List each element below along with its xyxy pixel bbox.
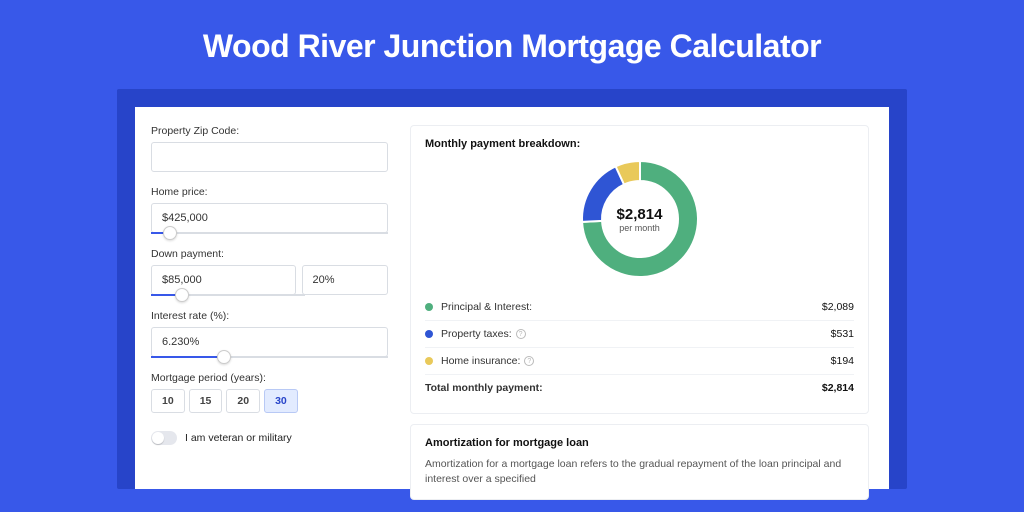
zip-label: Property Zip Code: [151,125,388,137]
legend-dot [425,357,433,365]
breakdown-total-label: Total monthly payment: [425,382,822,394]
breakdown-item-label: Property taxes: ? [441,328,831,340]
donut-per-month: per month [619,223,660,233]
breakdown-total-row: Total monthly payment: $2,814 [425,374,854,401]
breakdown-item-value: $2,089 [822,301,854,313]
breakdown-row: Property taxes: ?$531 [425,320,854,347]
page-title: Wood River Junction Mortgage Calculator [0,28,1024,65]
amortization-panel: Amortization for mortgage loan Amortizat… [410,424,869,500]
down-payment-input[interactable] [151,265,296,295]
home-price-input[interactable] [151,203,388,233]
down-payment-slider[interactable] [151,294,305,296]
breakdown-item-label: Principal & Interest: [441,301,822,313]
period-field: Mortgage period (years): 10152030 [151,372,388,413]
home-price-slider[interactable] [151,232,388,234]
period-label: Mortgage period (years): [151,372,388,384]
amortization-body: Amortization for a mortgage loan refers … [425,457,854,487]
veteran-row: I am veteran or military [151,431,388,445]
donut-amount: $2,814 [617,206,663,223]
breakdown-item-label: Home insurance: ? [441,355,831,367]
info-icon[interactable]: ? [524,356,534,366]
period-options: 10152030 [151,389,388,413]
title-bar: Wood River Junction Mortgage Calculator [0,0,1024,89]
breakdown-legend: Principal & Interest:$2,089Property taxe… [425,294,854,374]
period-option-30[interactable]: 30 [264,389,298,413]
amortization-title: Amortization for mortgage loan [425,437,854,449]
veteran-label: I am veteran or military [185,432,292,444]
breakdown-row: Home insurance: ?$194 [425,347,854,374]
calculator-card: Property Zip Code: Home price: Down paym… [117,89,907,489]
interest-input[interactable] [151,327,388,357]
legend-dot [425,303,433,311]
breakdown-row: Principal & Interest:$2,089 [425,294,854,320]
down-payment-pct-input[interactable] [302,265,388,295]
veteran-toggle[interactable] [151,431,177,445]
interest-slider[interactable] [151,356,388,358]
donut-center: $2,814 per month [579,158,701,280]
legend-dot [425,330,433,338]
breakdown-item-value: $194 [831,355,854,367]
period-option-15[interactable]: 15 [189,389,223,413]
zip-input[interactable] [151,142,388,172]
donut-chart: $2,814 per month [579,158,701,280]
period-option-20[interactable]: 20 [226,389,260,413]
info-icon[interactable]: ? [516,329,526,339]
breakdown-panel: Monthly payment breakdown: $2,814 per mo… [410,125,869,414]
interest-label: Interest rate (%): [151,310,388,322]
breakdown-title: Monthly payment breakdown: [425,138,854,150]
down-payment-label: Down payment: [151,248,388,260]
donut-wrap: $2,814 per month [425,158,854,280]
home-price-label: Home price: [151,186,388,198]
interest-field: Interest rate (%): [151,310,388,358]
breakdown-total-value: $2,814 [822,382,854,394]
period-option-10[interactable]: 10 [151,389,185,413]
breakdown-item-value: $531 [831,328,854,340]
form-column: Property Zip Code: Home price: Down paym… [147,121,392,489]
zip-field: Property Zip Code: [151,125,388,172]
down-payment-field: Down payment: [151,248,388,296]
breakdown-column: Monthly payment breakdown: $2,814 per mo… [392,121,877,489]
home-price-field: Home price: [151,186,388,234]
